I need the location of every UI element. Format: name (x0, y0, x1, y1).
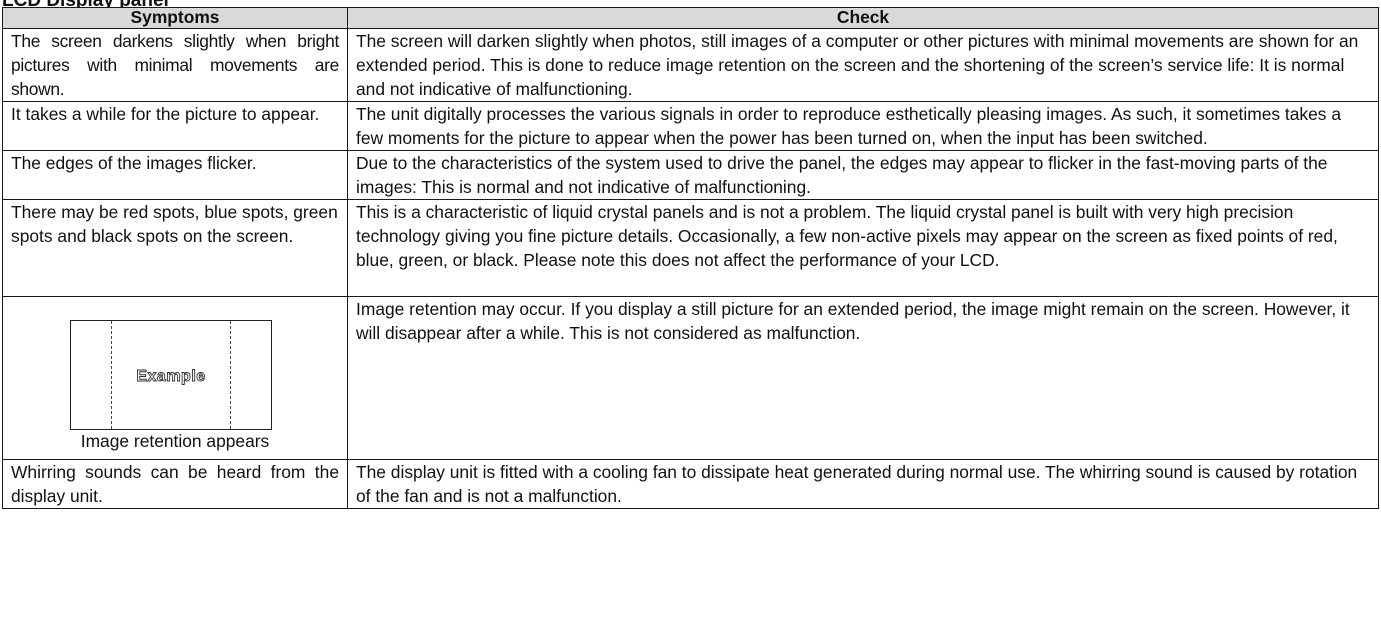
illustration-caption: Image retention appears (80, 431, 270, 451)
symptoms-column-header: Symptoms (2, 7, 348, 29)
symptom-cell: The screen darkens slightly when bright … (2, 28, 348, 102)
table-row: Whirring sounds can be heard from the di… (2, 459, 1379, 509)
check-cell: This is a characteristic of liquid cryst… (347, 199, 1379, 297)
table-row: There may be red spots, blue spots, gree… (2, 199, 1379, 297)
check-cell: The screen will darken slightly when pho… (347, 28, 1379, 102)
check-cell: Due to the characteristics of the system… (347, 150, 1379, 200)
symptom-cell: It takes a while for the picture to appe… (2, 101, 348, 151)
check-cell: Image retention may occur. If you displa… (347, 296, 1379, 460)
symptom-cell: Whirring sounds can be heard from the di… (2, 459, 348, 509)
example-outline-text: Example (136, 368, 206, 386)
check-cell: The display unit is fitted with a coolin… (347, 459, 1379, 509)
check-column-header: Check (347, 7, 1379, 29)
table-row: The edges of the images flicker. Due to … (2, 150, 1379, 200)
table-row: The screen darkens slightly when bright … (2, 28, 1379, 102)
symptom-cell: The edges of the images flicker. (2, 150, 348, 200)
table-header-row: Symptoms Check (2, 7, 1379, 29)
check-cell: The unit digitally processes the various… (347, 101, 1379, 151)
table-row: Example Image retention appears Image re… (2, 296, 1379, 460)
symptom-cell-illustrated: Example Image retention appears (2, 296, 348, 460)
troubleshooting-table: Symptoms Check The screen darkens slight… (2, 7, 1379, 509)
table-row: It takes a while for the picture to appe… (2, 101, 1379, 151)
symptom-cell: There may be red spots, blue spots, gree… (2, 199, 348, 297)
image-retention-illustration: Example (70, 320, 272, 430)
